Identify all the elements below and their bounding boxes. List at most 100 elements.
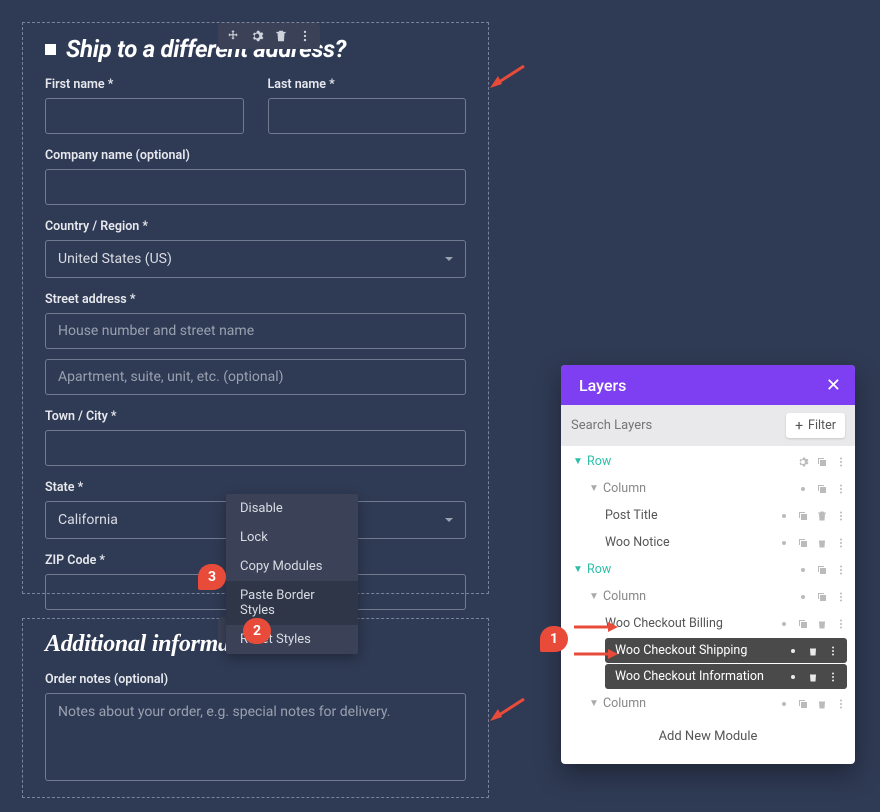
dots-icon[interactable] [835, 483, 847, 495]
trash-icon[interactable] [816, 510, 828, 522]
arrow-annotation [572, 618, 618, 637]
layer-row[interactable]: ▼ Row [561, 556, 855, 583]
filter-button[interactable]: + Filter [786, 413, 845, 438]
state-label: State [45, 480, 466, 495]
chevron-down-icon[interactable]: ▼ [589, 483, 599, 494]
layer-label: Woo Checkout Shipping [615, 643, 787, 658]
gear-icon[interactable] [778, 698, 790, 710]
dots-icon[interactable] [835, 698, 847, 710]
gear-icon[interactable] [797, 564, 809, 576]
arrow-annotation [572, 645, 618, 664]
dots-icon[interactable] [835, 591, 847, 603]
dots-icon[interactable] [298, 29, 312, 43]
layers-tree: ▼ Row ▼ Column Post Title [561, 446, 855, 764]
chevron-down-icon[interactable]: ▼ [589, 698, 599, 709]
layers-searchbar: + Filter [561, 405, 855, 446]
country-select[interactable]: United States (US) [45, 240, 466, 278]
layer-column[interactable]: ▼ Column [561, 583, 855, 610]
order-notes-textarea[interactable] [45, 693, 466, 781]
dots-icon[interactable] [827, 671, 839, 683]
city-label: Town / City [45, 409, 466, 424]
trash-icon[interactable] [807, 645, 819, 657]
arrow-annotation [488, 695, 528, 727]
trash-icon[interactable] [816, 698, 828, 710]
duplicate-icon[interactable] [816, 591, 828, 603]
last-name-input[interactable] [268, 98, 467, 134]
layer-label: Column [603, 481, 797, 496]
city-input[interactable] [45, 430, 466, 466]
layer-post-title[interactable]: Post Title [561, 502, 855, 529]
layer-column[interactable]: ▼ Column [561, 475, 855, 502]
close-icon[interactable]: ✕ [826, 375, 841, 396]
gear-icon[interactable] [787, 645, 799, 657]
gear-icon[interactable] [778, 510, 790, 522]
dots-icon[interactable] [835, 618, 847, 630]
gear-icon[interactable] [797, 456, 809, 468]
dots-icon[interactable] [835, 537, 847, 549]
add-new-module[interactable]: Add New Module [561, 717, 855, 758]
duplicate-icon[interactable] [816, 483, 828, 495]
trash-icon[interactable] [816, 537, 828, 549]
chevron-down-icon [445, 518, 453, 522]
chevron-down-icon[interactable]: ▼ [573, 564, 583, 575]
street-input-1[interactable] [45, 313, 466, 349]
annotation-badge-1: 1 [540, 626, 568, 652]
layers-title: Layers [579, 376, 626, 395]
gear-icon[interactable] [797, 483, 809, 495]
duplicate-icon[interactable] [797, 510, 809, 522]
layer-woo-information[interactable]: Woo Checkout Information [605, 664, 847, 689]
gear-icon[interactable] [778, 618, 790, 630]
layer-woo-notice[interactable]: Woo Notice [561, 529, 855, 556]
layer-row[interactable]: ▼ Row [561, 448, 855, 475]
layer-label: Woo Checkout Billing [605, 616, 778, 631]
state-value: California [58, 512, 118, 528]
trash-icon[interactable] [816, 618, 828, 630]
ship-checkbox[interactable] [45, 44, 56, 55]
duplicate-icon[interactable] [797, 698, 809, 710]
gear-icon[interactable] [778, 537, 790, 549]
gear-icon[interactable] [797, 591, 809, 603]
annotation-badge-2: 2 [243, 618, 271, 644]
ctx-paste-border-styles[interactable]: Paste Border Styles [226, 581, 358, 625]
company-input[interactable] [45, 169, 466, 205]
last-name-label: Last name [268, 77, 467, 92]
country-label: Country / Region [45, 219, 466, 234]
trash-icon[interactable] [807, 671, 819, 683]
layer-label: Row [587, 454, 797, 469]
filter-label: Filter [808, 418, 836, 433]
dots-icon[interactable] [835, 564, 847, 576]
first-name-input[interactable] [45, 98, 244, 134]
plus-icon: + [795, 419, 803, 433]
gear-icon[interactable] [787, 671, 799, 683]
layers-search-input[interactable] [571, 418, 778, 433]
layer-label: Post Title [605, 508, 778, 523]
ctx-copy-modules[interactable]: Copy Modules [226, 552, 358, 581]
chevron-down-icon[interactable]: ▼ [589, 591, 599, 602]
layer-woo-shipping[interactable]: Woo Checkout Shipping [605, 638, 847, 663]
ctx-lock[interactable]: Lock [226, 523, 358, 552]
order-notes-label: Order notes (optional) [45, 672, 466, 687]
layer-label: Woo Notice [605, 535, 778, 550]
chevron-down-icon[interactable]: ▼ [573, 456, 583, 467]
trash-icon[interactable] [274, 29, 288, 43]
dots-icon[interactable] [835, 510, 847, 522]
move-icon[interactable] [226, 29, 240, 43]
chevron-down-icon [445, 257, 453, 261]
gear-icon[interactable] [250, 29, 264, 43]
country-value: United States (US) [58, 251, 172, 267]
duplicate-icon[interactable] [797, 618, 809, 630]
street-input-2[interactable] [45, 359, 466, 395]
duplicate-icon[interactable] [797, 537, 809, 549]
module-toolbar-shipping [218, 23, 320, 49]
arrow-annotation [488, 62, 528, 94]
layer-column[interactable]: ▼ Column [561, 690, 855, 717]
company-label: Company name (optional) [45, 148, 466, 163]
first-name-label: First name [45, 77, 244, 92]
duplicate-icon[interactable] [816, 456, 828, 468]
layer-label: Woo Checkout Information [615, 669, 787, 684]
duplicate-icon[interactable] [816, 564, 828, 576]
ctx-disable[interactable]: Disable [226, 494, 358, 523]
dots-icon[interactable] [835, 456, 847, 468]
dots-icon[interactable] [827, 645, 839, 657]
layer-label: Row [587, 562, 797, 577]
